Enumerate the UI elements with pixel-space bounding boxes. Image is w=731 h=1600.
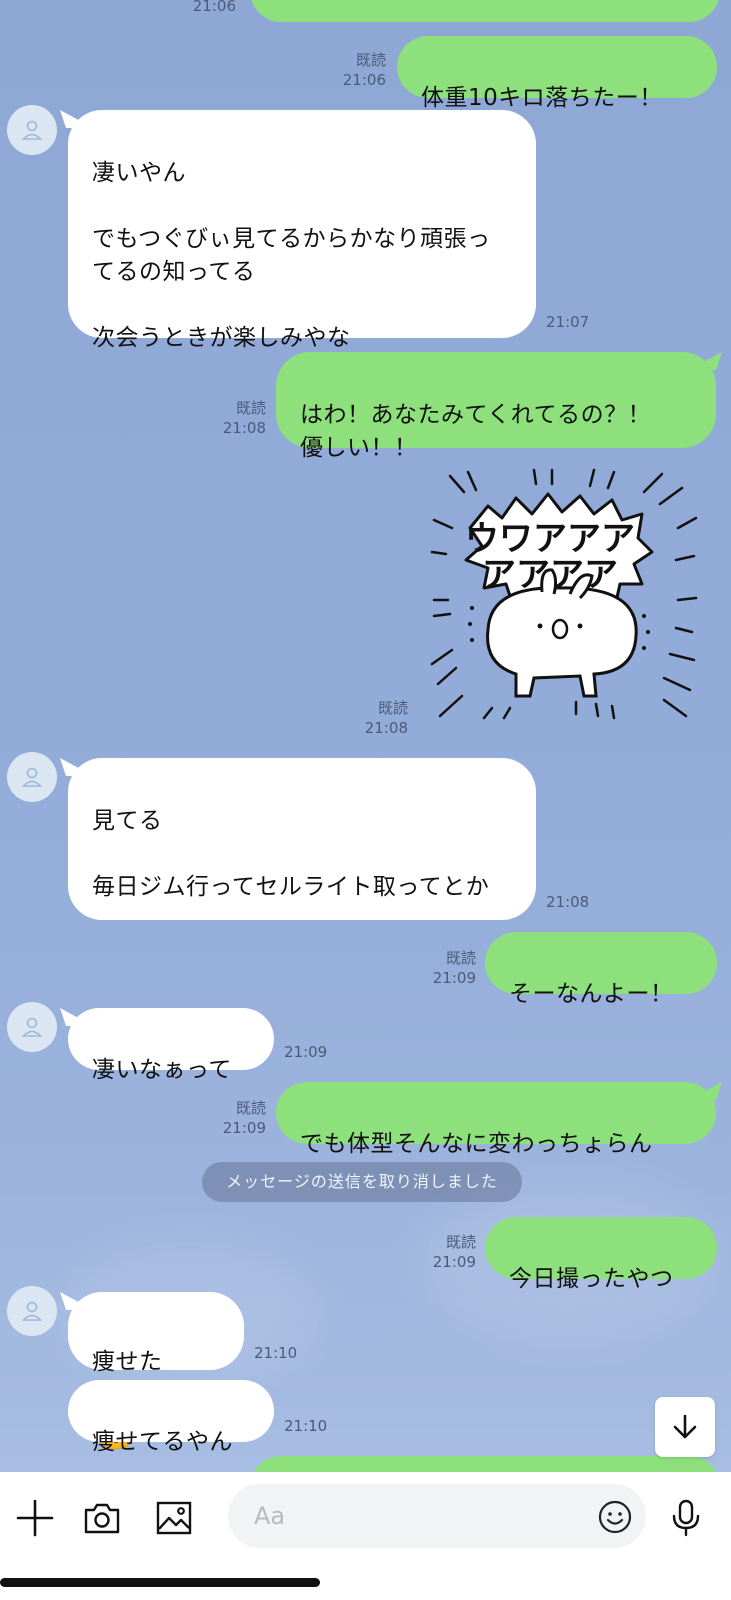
message-text: でも体型そんなに変わっちょらん <box>300 1131 653 1157</box>
message-text: 凄いなぁって <box>92 1057 232 1083</box>
emoji-button[interactable] <box>598 1500 632 1534</box>
message-text: 見てる 毎日ジム行ってセルライト取ってとか <box>92 808 490 900</box>
read-receipt: 既読 21:06 <box>342 51 386 89</box>
camera-icon <box>84 1503 120 1534</box>
read-receipt: 既読 21:09 <box>432 949 476 987</box>
avatar[interactable] <box>7 105 57 155</box>
add-button[interactable] <box>11 1494 59 1542</box>
image-button[interactable] <box>150 1494 198 1542</box>
message-bubble-incoming[interactable]: 痩せてるやん <box>68 1380 274 1455</box>
scroll-to-bottom-button[interactable] <box>655 1397 715 1457</box>
message-text: 凄いやん でもつぐびぃ見てるからかなり頑張ってるの知ってる 次会うときが楽しみや… <box>92 160 491 351</box>
arrow-down-icon <box>673 1414 697 1439</box>
read-receipt: 既読 21:09 <box>222 1099 266 1137</box>
message-bubble-outgoing[interactable]: はわ！あなたみてくれてるの？！ 優しい！！ <box>276 352 716 461</box>
message-text: はわ！あなたみてくれてるの？！ 優しい！！ <box>300 402 652 461</box>
message-text: 今日撮ったやつ <box>509 1266 674 1292</box>
plus-icon <box>16 1499 54 1537</box>
message-bubble-incoming[interactable]: 痩せた <box>68 1292 244 1450</box>
message-bubble-outgoing[interactable] <box>250 1456 720 1472</box>
message-time: 21:08 <box>546 893 590 911</box>
message-input[interactable] <box>228 1484 646 1548</box>
person-icon <box>21 120 43 140</box>
message-time: 21:09 <box>284 1043 328 1061</box>
message-bubble-outgoing[interactable]: 体重10キロ落ちたー！ <box>397 36 717 111</box>
read-receipt: 既読 21:08 <box>222 399 266 437</box>
message-time: 21:10 <box>284 1417 328 1435</box>
message-text: 体重10キロ落ちたー！ <box>421 85 663 111</box>
message-time: 21:06 <box>192 0 236 15</box>
system-notice: メッセージの送信を取り消しました <box>202 1162 522 1202</box>
message-bubble-incoming[interactable]: 凄いやん でもつぐびぃ見てるからかなり頑張ってるの知ってる 次会うときが楽しみや… <box>68 110 536 351</box>
chat-area[interactable]: 21:06 既読 21:06 体重10キロ落ちたー！ 凄いやん でもつぐびぃ見てる… <box>0 0 731 1472</box>
message-bubble-outgoing[interactable]: そーなんよー！ <box>485 932 717 1007</box>
message-bubble-outgoing[interactable]: 今日撮ったやつ <box>485 1217 717 1292</box>
home-indicator <box>0 1578 320 1587</box>
avatar[interactable] <box>7 752 57 802</box>
person-icon <box>21 767 43 787</box>
message-bubble-incoming[interactable]: 凄いなぁって <box>68 1008 274 1083</box>
sticker-text: ウワアアア <box>465 519 635 559</box>
message-bubble-incoming[interactable]: 見てる 毎日ジム行ってセルライト取ってとか <box>68 758 536 920</box>
image-icon <box>156 1501 192 1535</box>
avatar[interactable] <box>7 1002 57 1052</box>
message-text: 痩せてるやん <box>92 1429 233 1455</box>
microphone-icon <box>672 1499 700 1537</box>
message-time: 21:07 <box>546 313 590 331</box>
message-text: 痩せた <box>92 1349 163 1375</box>
read-receipt: 既読 21:08 <box>364 699 408 737</box>
camera-button[interactable] <box>78 1494 126 1542</box>
sticker[interactable]: ウワアアア アアアア <box>430 468 700 734</box>
voice-button[interactable] <box>662 1494 710 1542</box>
person-icon <box>21 1017 43 1037</box>
message-bubble-outgoing[interactable] <box>250 0 720 22</box>
message-text: そーなんよー！ <box>509 981 674 1007</box>
message-text-field[interactable] <box>254 1484 574 1548</box>
person-icon <box>21 1301 43 1321</box>
message-bubble-outgoing[interactable]: でも体型そんなに変わっちょらん <box>276 1082 716 1157</box>
emoji-icon <box>598 1500 632 1534</box>
avatar[interactable] <box>7 1286 57 1336</box>
message-time: 21:10 <box>254 1344 298 1362</box>
message-input-bar <box>0 1472 731 1600</box>
read-receipt: 既読 21:09 <box>432 1233 476 1271</box>
